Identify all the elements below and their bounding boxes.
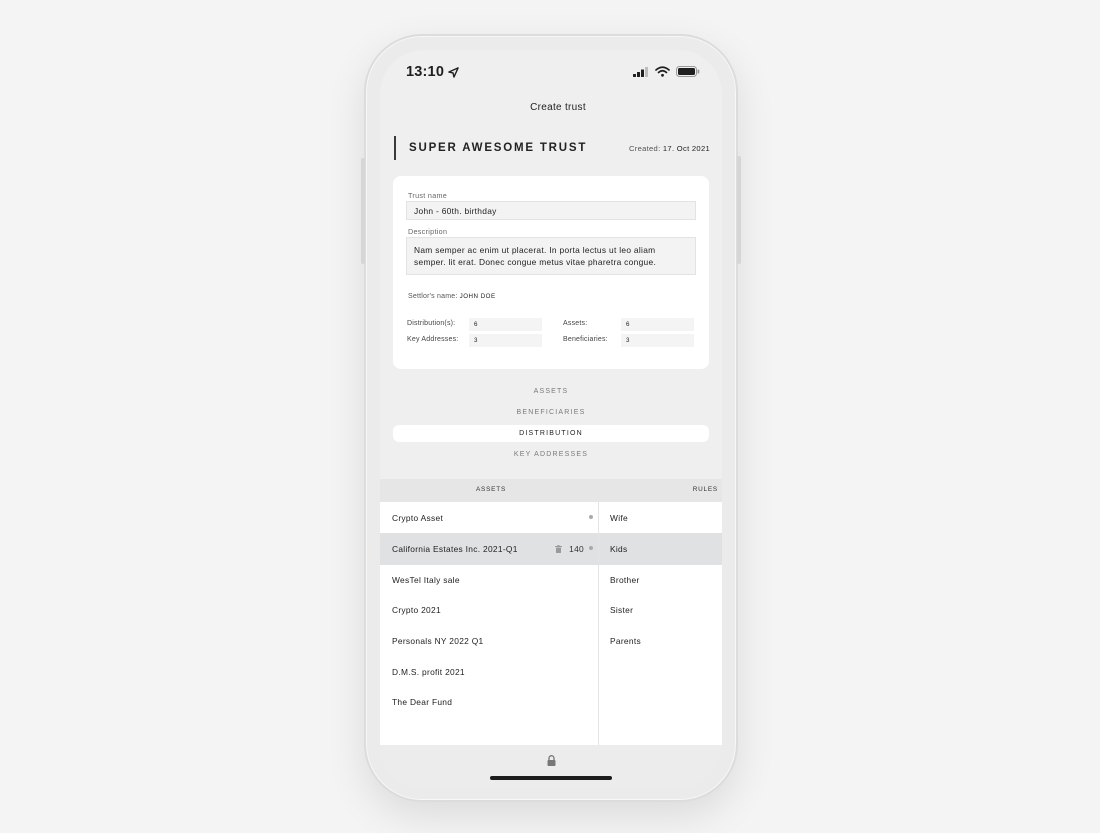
key-addresses-label: Key Addresses: [407,336,459,343]
home-indicator[interactable] [490,776,612,780]
asset-row[interactable]: The Dear Fund [380,686,598,718]
description-input[interactable]: Nam semper ac enim ut placerat. In porta… [406,237,696,275]
asset-row[interactable]: WesTel Italy sale [380,564,598,596]
power-button [737,156,741,264]
settlor-value: JOHN DOE [459,293,496,300]
asset-quantity: 140 [569,544,584,554]
tab-beneficiaries[interactable]: BENEFICIARIES [393,404,709,421]
asset-name: Crypto 2021 [392,605,441,615]
phone-screen: 13:10 Create trust SUPER AWESOME TRUST C… [380,50,722,788]
tab-assets[interactable]: ASSETS [393,383,709,400]
rule-row[interactable]: Sister [599,594,722,626]
distribution-table: Crypto Asset California Estates Inc. 202… [380,502,722,745]
settlor-name: Settlor's name: JOHN DOE [408,293,496,300]
rules-column-header: RULES [692,486,718,493]
asset-name: Personals NY 2022 Q1 [392,636,484,646]
asset-name: Crypto Asset [392,513,444,523]
rule-name: Sister [610,605,634,615]
rule-name: Parents [610,636,641,646]
key-addresses-value: 3 [469,334,542,347]
tab-distribution[interactable]: DISTRIBUTION [393,425,709,442]
description-label: Description [408,227,448,236]
asset-row[interactable]: Crypto Asset [380,502,598,534]
status-bar: 13:10 [380,50,722,94]
rule-row[interactable]: Brother [599,564,722,596]
table-header: ASSETS RULES [380,479,722,502]
page-title: Create trust [530,102,586,113]
rule-name: Kids [610,544,628,554]
created-value: 17. Oct 2021 [662,144,710,153]
created-label: Created: [628,144,661,153]
battery-icon [676,66,700,77]
beneficiaries-value: 3 [621,334,694,347]
beneficiaries-label: Beneficiaries: [563,336,608,343]
settlor-label: Settlor's name: [408,293,458,300]
trust-details-card: Trust name John - 60th. birthday Descrip… [393,176,709,369]
distributions-value: 6 [469,318,542,331]
created-date: Created: 17. Oct 2021 [629,144,710,153]
tab-key-addresses[interactable]: KEY ADDRESSES [393,446,709,463]
drag-handle-dot-icon[interactable] [589,515,593,519]
trust-header: SUPER AWESOME TRUST Created: 17. Oct 202… [394,136,710,160]
asset-row[interactable]: D.M.S. profit 2021 [380,656,598,688]
status-icons [633,66,700,77]
trust-name-input[interactable]: John - 60th. birthday [406,201,696,220]
rule-name: Wife [610,513,628,523]
distributions-label: Distribution(s): [407,320,456,327]
assets-value: 6 [621,318,694,331]
trash-icon[interactable] [555,545,562,553]
asset-row[interactable]: Crypto 2021 [380,594,598,626]
asset-row[interactable]: Personals NY 2022 Q1 [380,625,598,657]
asset-name: D.M.S. profit 2021 [392,667,465,677]
asset-row-selected[interactable]: California Estates Inc. 2021-Q1 140 [380,533,598,565]
rule-name: Brother [610,575,640,585]
status-time: 13:10 [406,64,459,80]
phone-frame: 13:10 Create trust SUPER AWESOME TRUST C… [361,34,741,802]
time-text: 13:10 [406,64,445,80]
cellular-signal-icon [633,66,648,77]
asset-name: The Dear Fund [392,697,453,707]
trust-name-label: Trust name [408,191,448,200]
drag-handle-dot-icon[interactable] [589,546,593,550]
rule-row[interactable]: Wife [599,502,722,534]
asset-name: California Estates Inc. 2021-Q1 [392,544,518,554]
bottom-toolbar [380,745,722,788]
location-arrow-icon [448,66,459,78]
rule-row[interactable]: Parents [599,625,722,657]
assets-column-header: ASSETS [476,486,507,493]
trust-title: SUPER AWESOME TRUST [409,142,588,154]
assets-label: Assets: [563,320,588,327]
asset-name: WesTel Italy sale [392,575,460,585]
wifi-icon [655,66,670,77]
rule-row-selected[interactable]: Kids [599,533,722,565]
volume-button [361,158,365,264]
lock-icon[interactable] [547,755,556,766]
